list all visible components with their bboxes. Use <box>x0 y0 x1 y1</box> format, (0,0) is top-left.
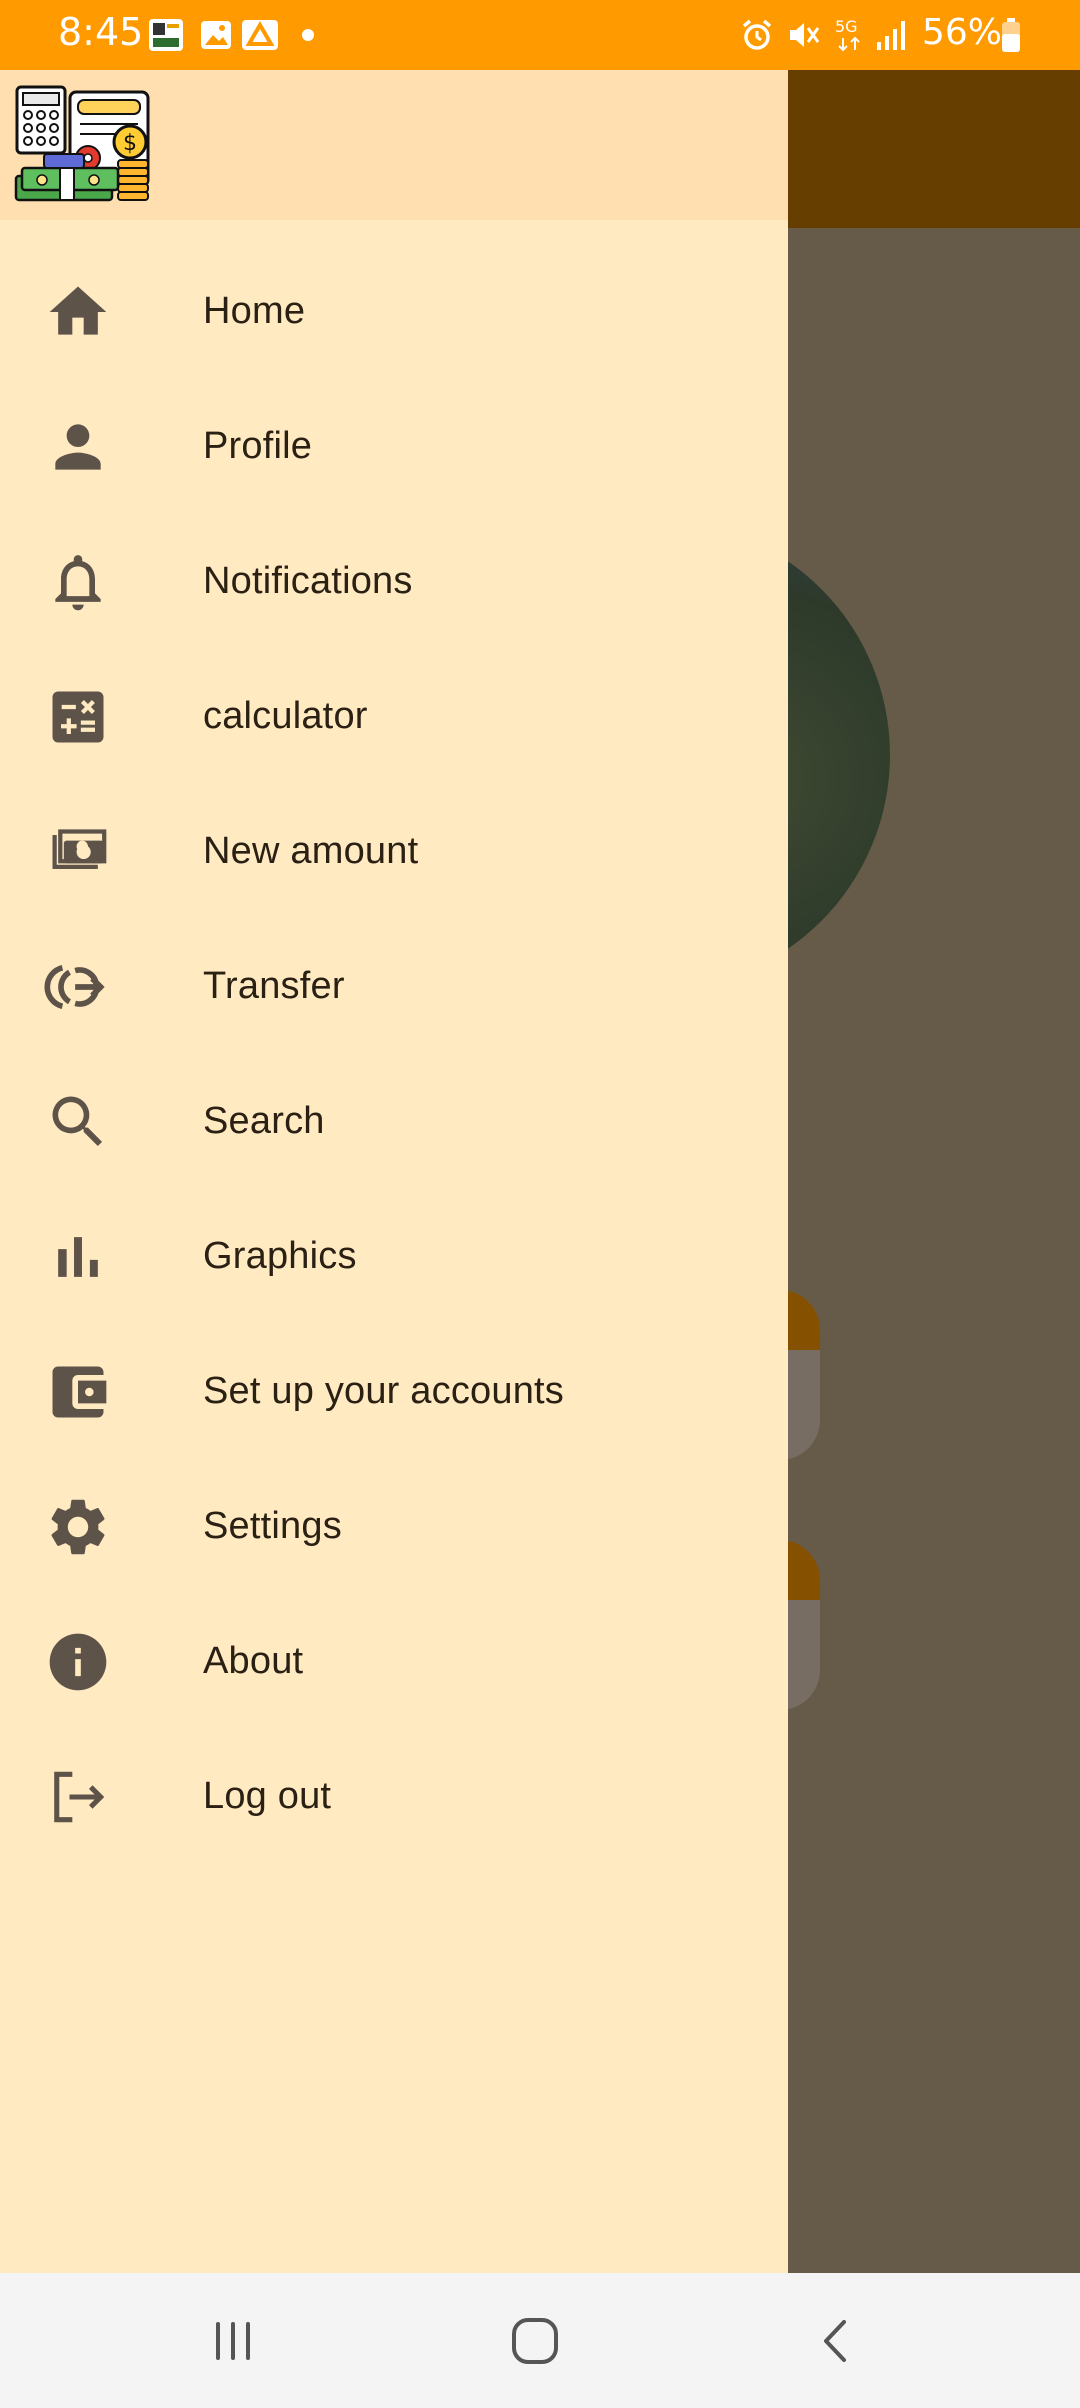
menu-item-label: Transfer <box>203 965 345 1007</box>
signal-icon <box>874 14 910 56</box>
bar-chart-icon <box>44 1223 112 1291</box>
alarm-icon <box>738 14 776 56</box>
menu-item-label: calculator <box>203 695 368 737</box>
status-time: 8:45 <box>58 10 144 54</box>
menu-item-label: Search <box>203 1100 325 1142</box>
search-icon <box>44 1088 112 1156</box>
battery-icon <box>998 14 1024 56</box>
menu-item-label: About <box>203 1640 304 1682</box>
dot-icon <box>300 14 316 56</box>
battery-percent: 56% <box>922 12 1003 53</box>
app-logo: $ <box>14 84 154 204</box>
menu-item-label: New amount <box>203 830 419 872</box>
menu-item-label: Set up your accounts <box>203 1370 564 1412</box>
money-icon <box>44 818 112 886</box>
info-icon <box>44 1628 112 1696</box>
menu-item-label: Home <box>203 290 306 332</box>
home-nav-icon[interactable] <box>490 2303 580 2378</box>
drawer-menu: Home Profile Notifications calculator Ne… <box>0 244 788 1864</box>
status-bar: 8:45 5G 56% <box>0 0 1080 70</box>
5g-icon: 5G <box>832 14 868 56</box>
wallet-icon <box>44 1358 112 1426</box>
drive-icon <box>240 14 280 56</box>
svg-text:$: $ <box>123 131 137 156</box>
menu-item-calculator[interactable]: calculator <box>0 649 788 784</box>
menu-item-settings[interactable]: Settings <box>0 1459 788 1594</box>
transfer-icon <box>44 953 112 1021</box>
menu-item-label: Profile <box>203 425 313 467</box>
person-icon <box>44 413 112 481</box>
menu-item-profile[interactable]: Profile <box>0 379 788 514</box>
menu-item-label: Log out <box>203 1775 332 1817</box>
gear-icon <box>44 1493 112 1561</box>
navigation-drawer: $ Home Profile Notifications calculator … <box>0 70 788 2273</box>
calculator-icon <box>44 683 112 751</box>
menu-item-label: Graphics <box>203 1235 357 1277</box>
mute-icon <box>784 14 822 56</box>
menu-item-graphics[interactable]: Graphics <box>0 1189 788 1324</box>
menu-item-home[interactable]: Home <box>0 244 788 379</box>
home-icon <box>44 278 112 346</box>
logout-icon <box>44 1763 112 1831</box>
menu-item-about[interactable]: About <box>0 1594 788 1729</box>
app-notification-icon <box>146 14 186 56</box>
bell-icon <box>44 548 112 616</box>
menu-item-set-up-accounts[interactable]: Set up your accounts <box>0 1324 788 1459</box>
menu-item-search[interactable]: Search <box>0 1054 788 1189</box>
menu-item-notifications[interactable]: Notifications <box>0 514 788 649</box>
menu-item-label: Settings <box>203 1505 342 1547</box>
back-icon[interactable] <box>792 2303 882 2378</box>
drawer-header: $ <box>0 70 788 220</box>
menu-item-transfer[interactable]: Transfer <box>0 919 788 1054</box>
menu-item-new-amount[interactable]: New amount <box>0 784 788 919</box>
recents-icon[interactable] <box>188 2303 278 2378</box>
menu-item-log-out[interactable]: Log out <box>0 1729 788 1864</box>
menu-item-label: Notifications <box>203 560 413 602</box>
system-nav-bar <box>0 2273 1080 2408</box>
gallery-icon <box>196 14 236 56</box>
svg-text:5G: 5G <box>835 17 858 36</box>
